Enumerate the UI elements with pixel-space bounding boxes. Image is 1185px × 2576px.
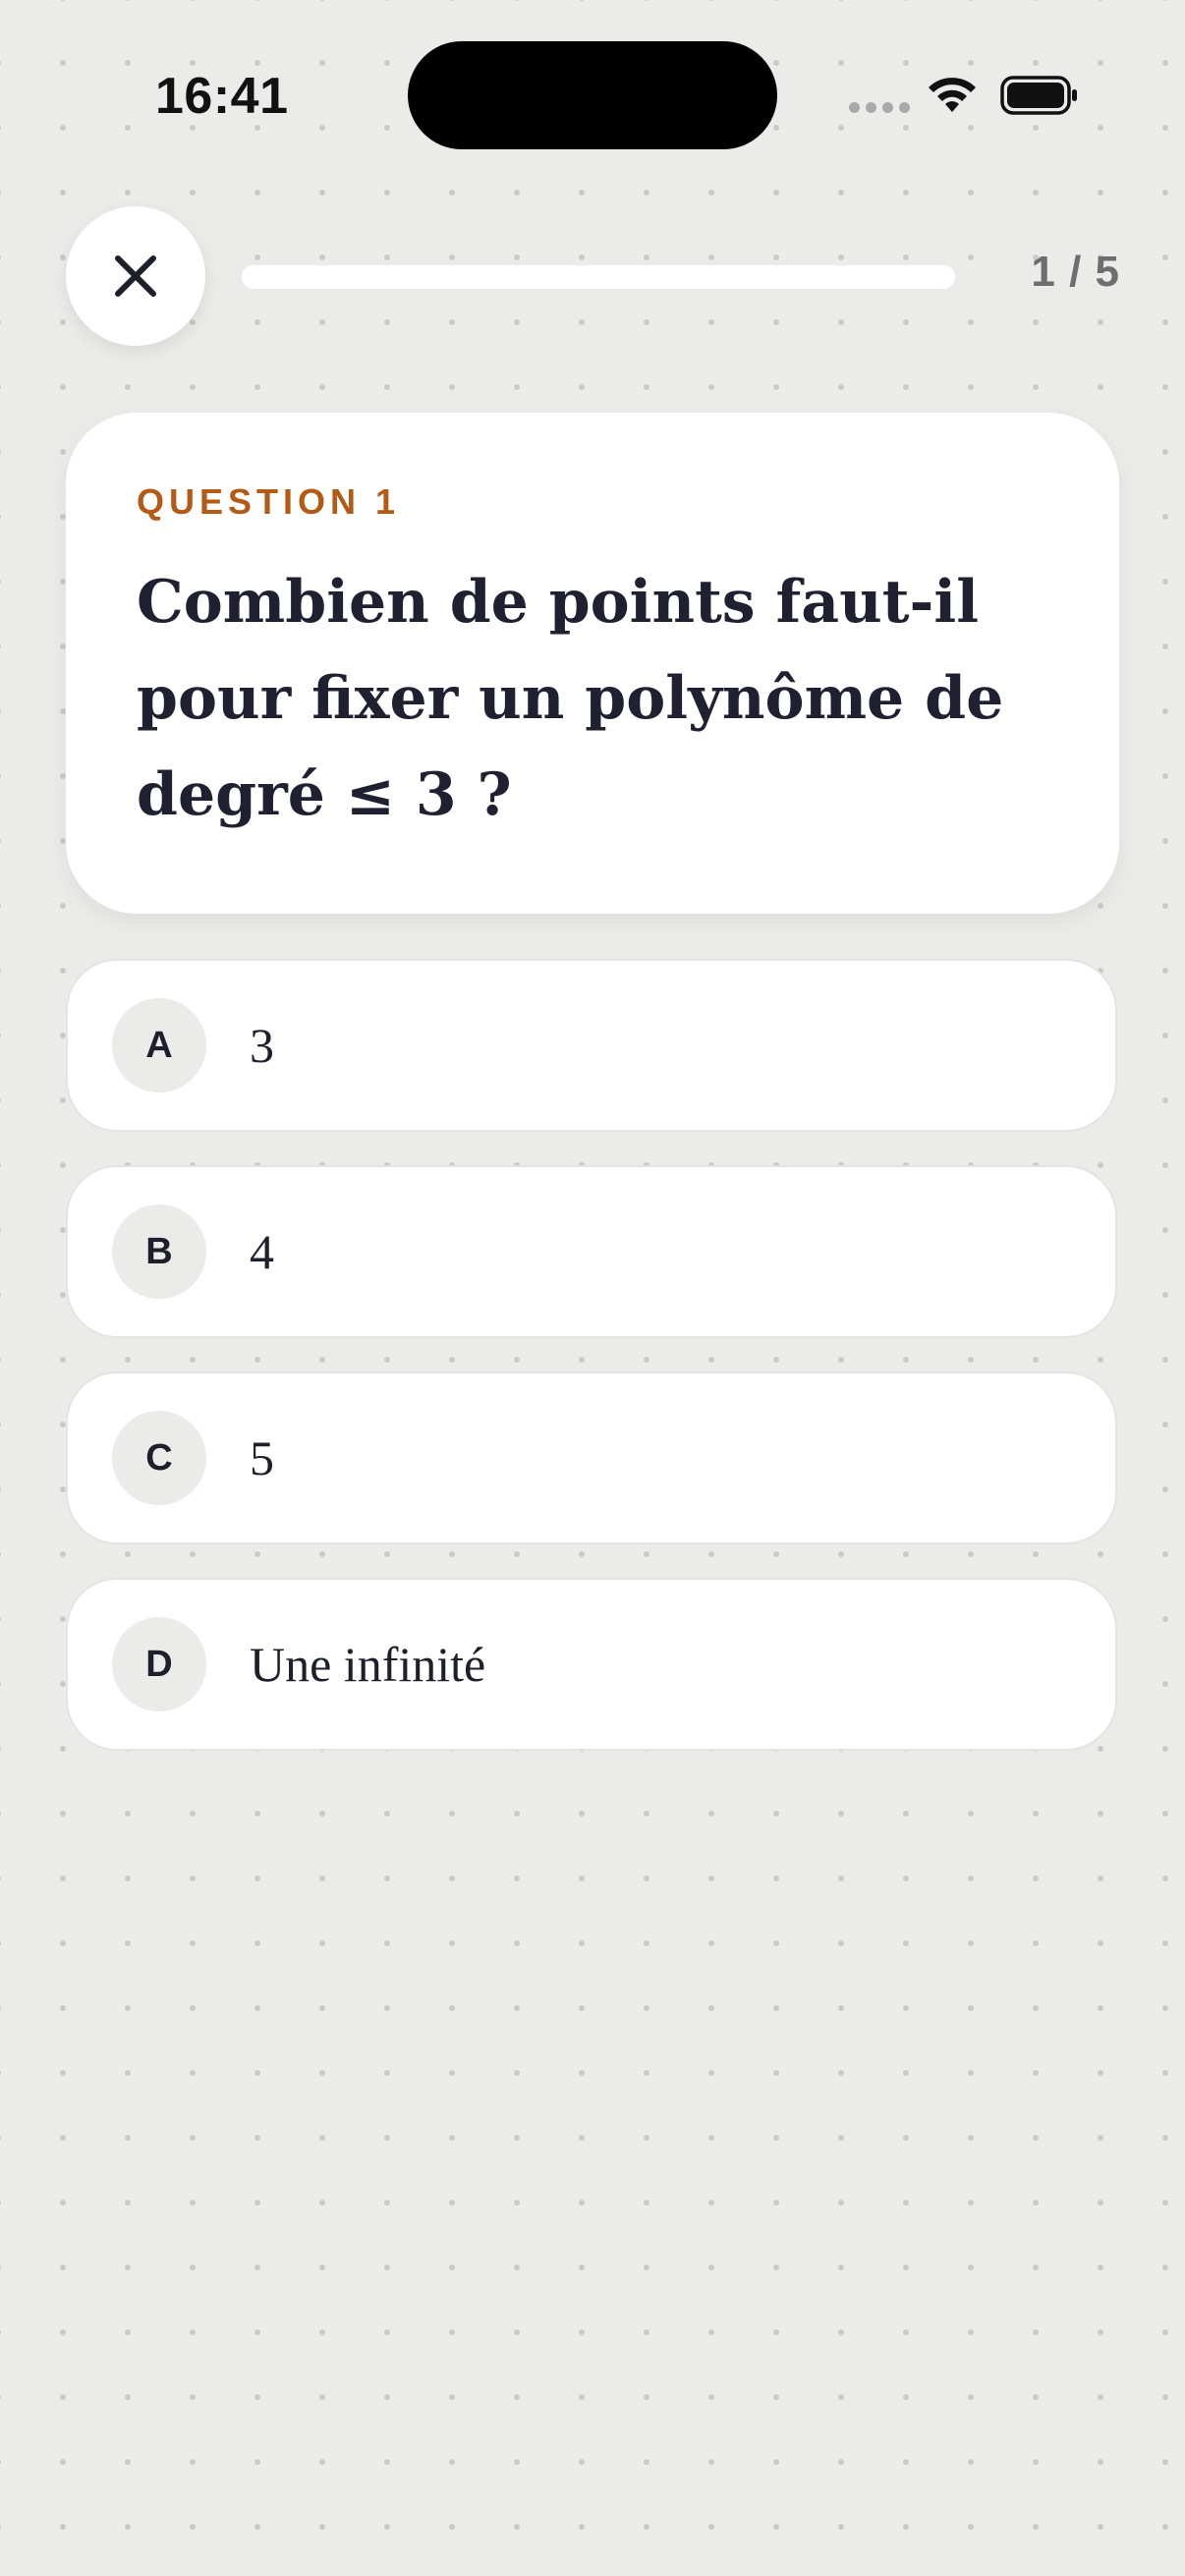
battery-icon <box>1000 76 1077 115</box>
option-b[interactable]: B 4 <box>66 1165 1117 1338</box>
wifi-icon <box>929 78 976 112</box>
option-text: 5 <box>250 1430 274 1485</box>
question-card: QUESTION 1 Combien de points faut-il pou… <box>66 413 1119 914</box>
close-button[interactable] <box>66 206 205 346</box>
option-text: Une infinité <box>250 1637 486 1692</box>
progress-bar <box>242 265 955 289</box>
close-icon <box>115 255 156 297</box>
dynamic-island <box>408 41 777 149</box>
option-c[interactable]: C 5 <box>66 1372 1117 1544</box>
progress-fill <box>242 265 385 289</box>
option-a[interactable]: A 3 <box>66 959 1117 1132</box>
option-letter: B <box>112 1204 206 1299</box>
option-text: 4 <box>250 1224 274 1279</box>
question-text: Combien de points faut-il pour fixer un … <box>137 568 1004 829</box>
status-time: 16:41 <box>155 68 289 125</box>
cellular-signal-icon <box>849 102 910 113</box>
progress-counter: 1 / 5 <box>1031 248 1120 296</box>
option-text: 3 <box>250 1018 274 1073</box>
option-d[interactable]: D Une infinité <box>66 1578 1117 1751</box>
option-letter: C <box>112 1411 206 1505</box>
option-letter: A <box>112 998 206 1092</box>
option-letter: D <box>112 1617 206 1711</box>
question-label: QUESTION 1 <box>137 481 401 522</box>
